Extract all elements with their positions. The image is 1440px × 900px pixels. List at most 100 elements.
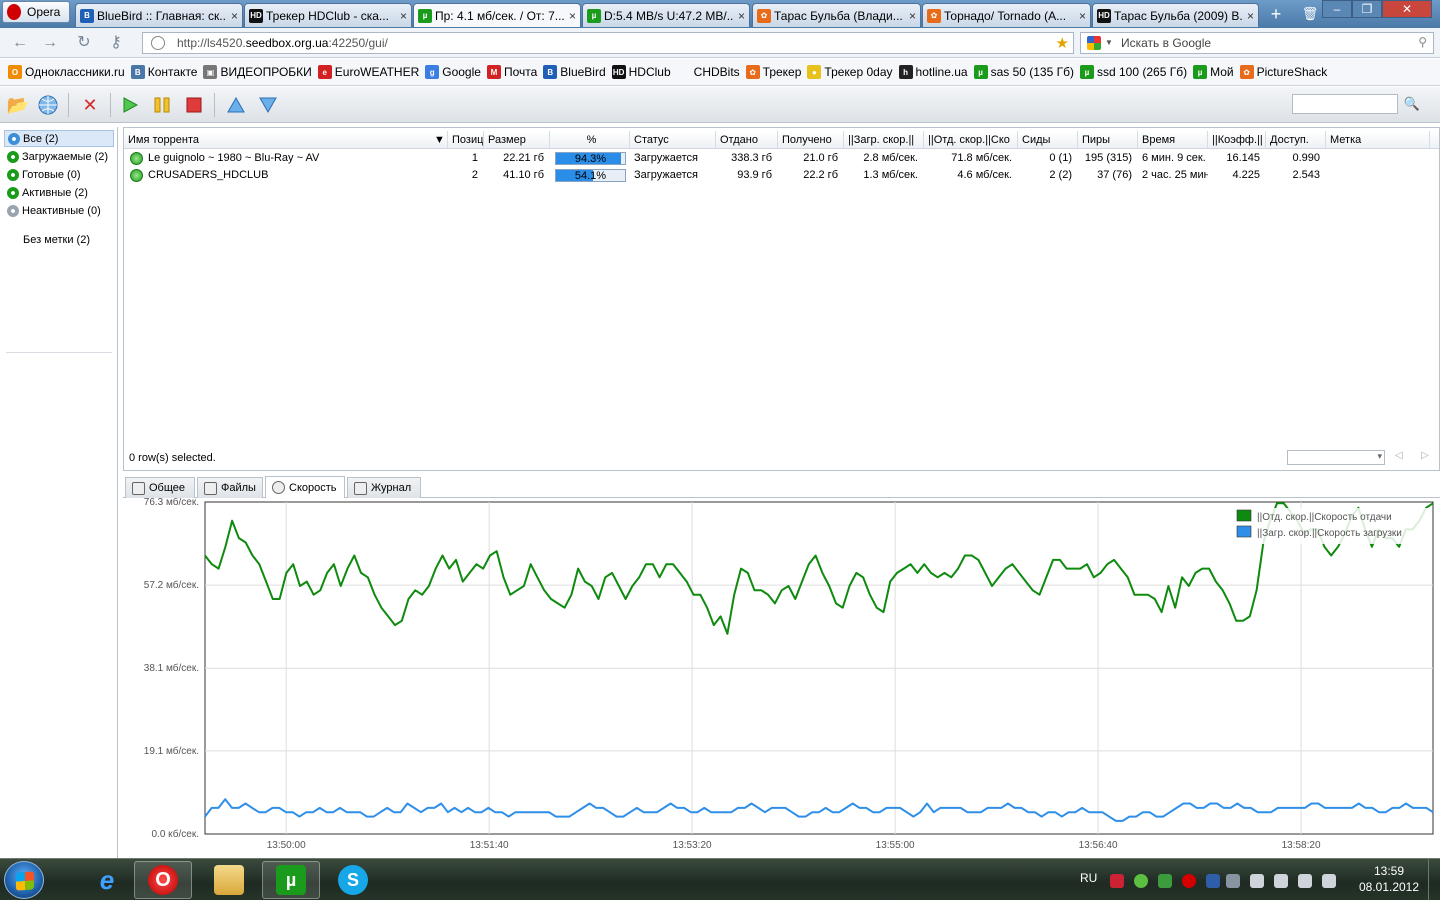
column-header[interactable]: Получено <box>778 131 844 149</box>
browser-tab[interactable]: B BlueBird :: Главная: ск... × <box>75 3 243 27</box>
add-torrent-icon[interactable]: 📂 <box>6 93 30 117</box>
column-header[interactable]: Статус <box>630 131 716 149</box>
column-header[interactable]: ||Отд. скор.||Ско <box>924 131 1018 149</box>
bookmark-item[interactable]: ● Трекер 0day <box>807 65 893 79</box>
show-desktop-button[interactable] <box>1428 859 1440 900</box>
add-url-icon[interactable] <box>36 93 60 117</box>
browser-tab[interactable]: µ D:5.4 MB/s U:47.2 MB/... × <box>582 3 750 27</box>
column-header[interactable]: Пиры <box>1078 131 1138 149</box>
opera-tray-icon[interactable] <box>1182 874 1196 888</box>
tray-app-icon[interactable] <box>1274 874 1288 888</box>
column-header[interactable]: Размер <box>484 131 550 149</box>
category-item[interactable]: Загружаемые (2) <box>4 148 114 165</box>
utorrent-taskbar-button[interactable]: µ <box>262 861 320 899</box>
close-icon[interactable]: × <box>1245 9 1254 23</box>
torrent-search-input[interactable] <box>1292 94 1398 114</box>
volume-icon[interactable] <box>1322 874 1336 888</box>
page-select[interactable] <box>1287 450 1385 465</box>
bluetooth-icon[interactable] <box>1206 874 1220 888</box>
column-header[interactable]: Позиц <box>448 131 484 149</box>
address-field[interactable]: http://ls4520. seedbox.org.ua:42250/gui/ … <box>142 32 1074 54</box>
start-button[interactable] <box>4 861 44 899</box>
back-arrow-icon[interactable]: ← <box>10 34 30 52</box>
bookmark-item[interactable]: CHDBits <box>676 65 740 79</box>
category-item[interactable]: Все (2) <box>4 130 114 147</box>
close-icon[interactable]: × <box>1077 9 1086 23</box>
table-row[interactable]: Le guignolo ~ 1980 ~ Blu-Ray ~ AV 1 22.21 … <box>124 150 1439 167</box>
bookmark-item[interactable]: B Контакте <box>130 65 197 79</box>
opera-menu-button[interactable]: Opera <box>2 1 70 23</box>
column-header[interactable]: ||Коэфф.|| <box>1208 131 1266 149</box>
bookmark-item[interactable]: h hotline.ua <box>898 65 968 79</box>
reload-icon[interactable]: ↻ <box>74 34 94 52</box>
tray-app-icon[interactable] <box>1110 874 1124 888</box>
new-tab-button[interactable]: + <box>1266 5 1286 25</box>
tray-app-icon[interactable] <box>1226 874 1240 888</box>
tab-log[interactable]: Журнал <box>347 477 421 498</box>
network-icon[interactable] <box>1298 874 1312 888</box>
bookmark-item[interactable]: µ Мой <box>1193 65 1234 79</box>
minimize-button[interactable]: – <box>1322 0 1352 18</box>
close-icon[interactable]: × <box>907 9 916 23</box>
column-header[interactable]: ||Загр. скор.|| <box>844 131 924 149</box>
column-header[interactable]: Сиды <box>1018 131 1078 149</box>
clock[interactable]: 13:59 08.01.2012 <box>1354 863 1424 895</box>
language-indicator[interactable]: RU <box>1080 871 1097 885</box>
stop-icon[interactable] <box>182 93 206 117</box>
column-header[interactable]: Время <box>1138 131 1208 149</box>
start-icon[interactable] <box>118 93 142 117</box>
pause-icon[interactable] <box>150 93 174 117</box>
category-item[interactable]: Активные (2) <box>4 184 114 201</box>
close-icon[interactable]: × <box>398 9 407 23</box>
search-field[interactable]: ▼ Искать в Google ⚲ <box>1080 32 1434 54</box>
browser-tab[interactable]: ✿ Торнадо/ Tornado (A... × <box>922 3 1091 27</box>
search-icon[interactable]: 🔍 <box>1398 94 1426 114</box>
tab-speed[interactable]: Скорость <box>265 476 345 498</box>
bookmark-item[interactable]: ✿ Трекер <box>745 65 801 79</box>
remove-icon[interactable]: ✕ <box>78 93 102 117</box>
table-row[interactable]: CRUSADERS_HDCLUB 2 41.10 гб 54.1% Загружаетс… <box>124 167 1439 184</box>
tray-app-icon[interactable] <box>1250 874 1264 888</box>
explorer-taskbar-button[interactable] <box>200 861 258 899</box>
browser-tab[interactable]: HD Тарас Бульба (2009) В... × <box>1092 3 1259 27</box>
bookmark-item[interactable]: M Почта <box>486 65 537 79</box>
bookmark-item[interactable]: B BlueBird <box>543 65 606 79</box>
column-header[interactable]: Имя торрента <box>124 131 448 149</box>
bookmark-item[interactable]: HD HDClub <box>611 65 671 79</box>
tab-files[interactable]: Файлы <box>197 477 263 498</box>
trash-icon[interactable]: 🗑 <box>1300 5 1320 25</box>
close-window-button[interactable]: ✕ <box>1382 0 1432 18</box>
bookmark-item[interactable]: µ ssd 100 (265 Гб) <box>1079 65 1187 79</box>
bookmark-item[interactable]: g Google <box>425 65 481 79</box>
bookmark-item[interactable]: ✿ PictureShack <box>1239 65 1327 79</box>
bookmark-item[interactable]: O Одноклассники.ru <box>8 65 125 79</box>
tray-app-icon[interactable] <box>1158 874 1172 888</box>
bookmark-star-icon[interactable]: ★ <box>1056 34 1069 52</box>
column-header[interactable]: Метка <box>1326 131 1430 149</box>
category-item[interactable]: Неактивные (0) <box>4 202 114 219</box>
key-icon[interactable]: ⚷ <box>106 34 126 52</box>
close-icon[interactable]: × <box>736 9 745 23</box>
close-icon[interactable]: × <box>229 9 238 23</box>
skype-taskbar-button[interactable]: S <box>324 861 382 899</box>
search-icon[interactable]: ⚲ <box>1418 35 1427 49</box>
browser-tab[interactable]: µ Пр: 4.1 мб/сек. / От: 7... × <box>413 3 581 27</box>
bookmark-item[interactable]: ▣ ВИДЕОПРОБКИ <box>203 65 312 79</box>
label-item-no-label[interactable]: Без метки (2) <box>20 231 130 248</box>
category-item[interactable]: Готовые (0) <box>4 166 114 183</box>
browser-tab[interactable]: HD Трекер HDClub - ска... × <box>244 3 412 27</box>
browser-tab[interactable]: ✿ Тарас Бульба (Влади... × <box>752 3 921 27</box>
bookmark-item[interactable]: µ sas 50 (135 Гб) <box>973 65 1074 79</box>
restore-button[interactable]: ❐ <box>1352 0 1382 18</box>
ie-taskbar-button[interactable]: e <box>78 861 136 899</box>
next-page-icon[interactable]: ▷ <box>1421 450 1429 461</box>
bookmark-item[interactable]: e EuroWEATHER <box>317 65 419 79</box>
tab-general[interactable]: Общее <box>125 477 195 498</box>
move-up-icon[interactable] <box>224 93 248 117</box>
chevron-down-icon[interactable]: ▼ <box>1105 38 1113 47</box>
opera-taskbar-button[interactable]: O <box>134 861 192 899</box>
column-header[interactable]: % <box>550 131 630 149</box>
prev-page-icon[interactable]: ◁ <box>1395 450 1403 461</box>
column-header[interactable]: Отдано <box>716 131 778 149</box>
column-header[interactable]: Доступ. <box>1266 131 1326 149</box>
